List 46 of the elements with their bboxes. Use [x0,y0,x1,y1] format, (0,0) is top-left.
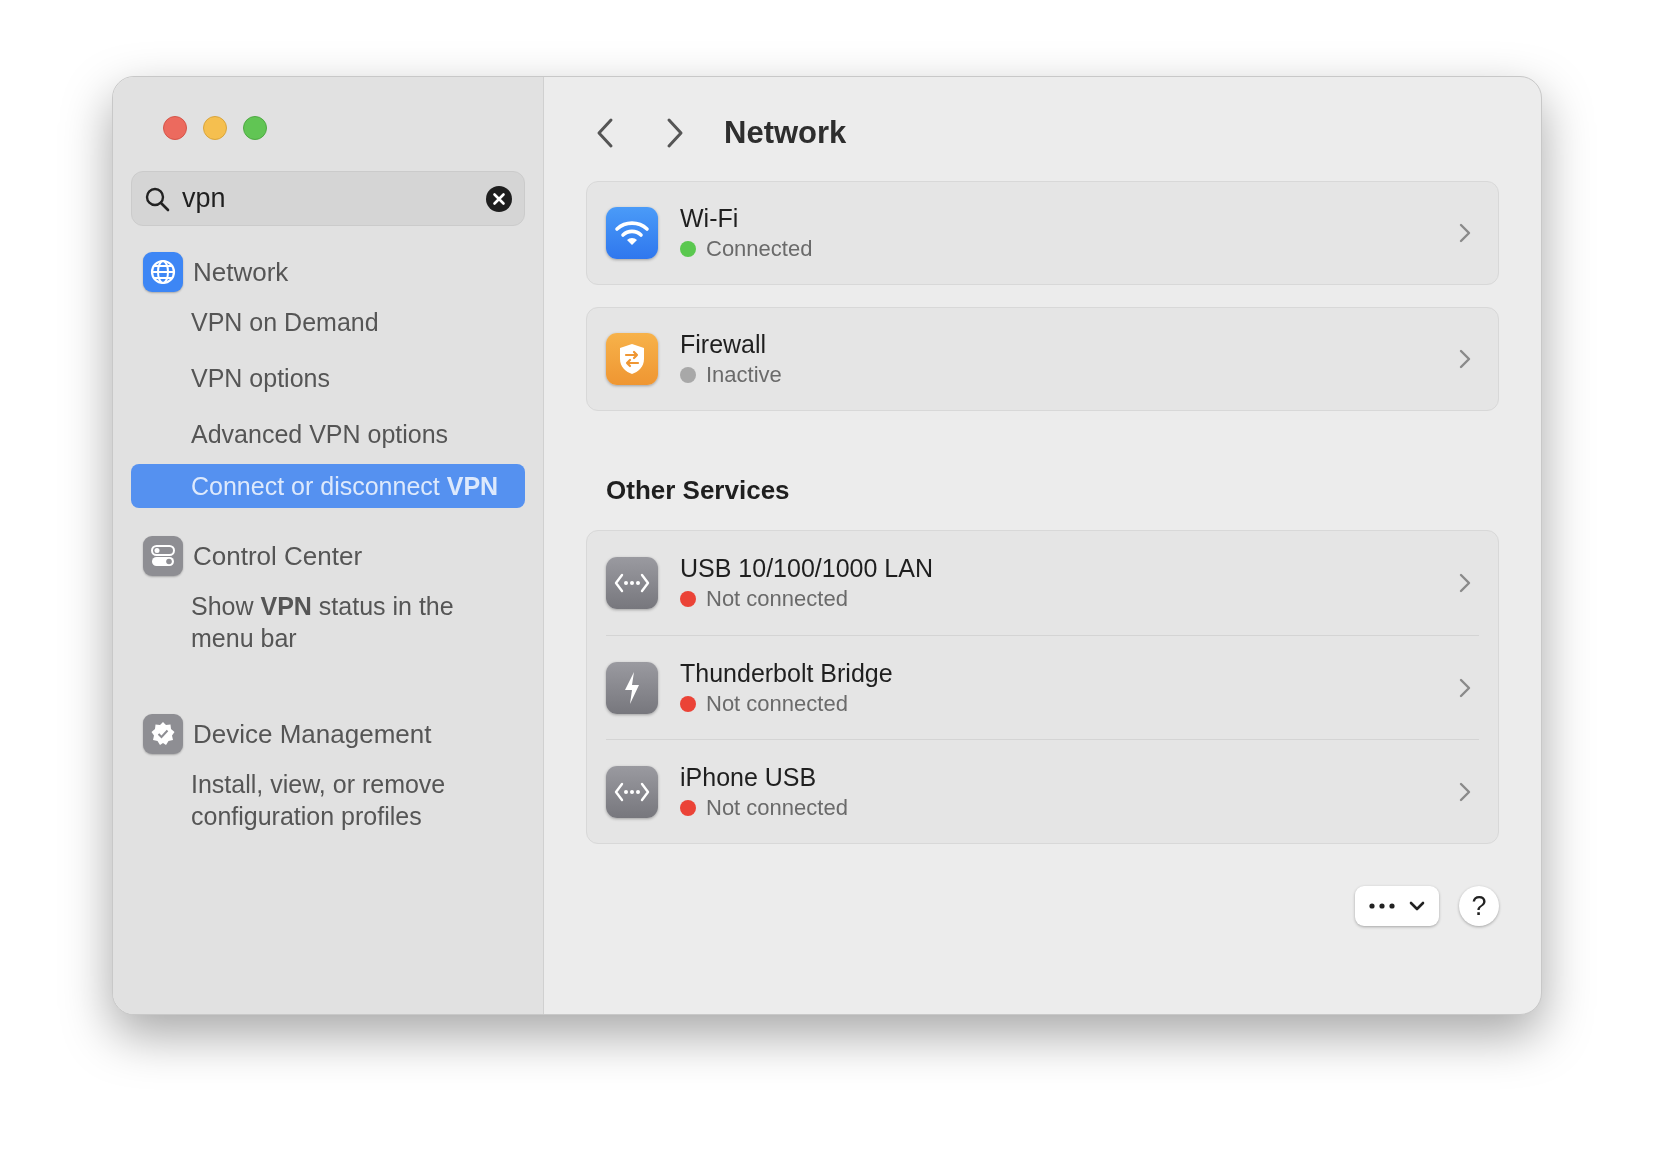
sidebar-item[interactable]: Network [193,252,289,292]
service-row[interactable]: iPhone USB Not connected [606,739,1479,843]
chevron-right-icon [1459,781,1471,802]
status-text: Connected [706,235,813,263]
search-result-item[interactable]: Install, view, or remove configuration profiles [131,768,525,832]
service-card[interactable]: Wi-Fi Connected [586,181,1499,285]
chevron-right-icon [1459,677,1471,698]
clear-icon[interactable] [486,185,512,212]
brackets-dots-icon [606,765,658,818]
chevron-down-icon [1409,901,1425,911]
service-name: Firewall [680,329,768,360]
chevron-right-icon [1459,349,1471,369]
service-row[interactable]: USB 10/100/1000 LAN Not connected [606,531,1479,635]
service-card[interactable]: Firewall Inactive [586,307,1499,411]
page-title: Network [724,113,847,152]
help-button[interactable]: ? [1459,886,1499,926]
brackets-dots-icon [606,557,658,609]
more-icon [1369,903,1395,909]
status-text: Not connected [706,793,848,822]
wifi-icon [606,207,658,259]
search-result-item[interactable]: VPN options [131,350,525,406]
chevron-right-icon [1459,573,1471,593]
toggles-icon [143,536,183,576]
shield-icon [606,333,658,385]
search-result-item[interactable]: Show VPN status in the menu bar [131,590,525,654]
status-text: Not connected [706,689,848,718]
sidebar-item[interactable]: Device Management [193,714,432,754]
service-name: Wi-Fi [680,203,740,234]
chevron-right-icon [1459,223,1471,243]
lightning-icon [606,661,658,714]
search-result-item[interactable]: Advanced VPN options [131,406,525,462]
search-result-item[interactable]: VPN on Demand [131,294,525,350]
more-menu-button[interactable] [1355,886,1439,926]
service-name: iPhone USB [680,761,818,793]
status-text: Inactive [706,361,782,389]
status-text: Not connected [706,585,848,613]
search-field[interactable]: vpn [131,171,525,226]
service-name: Thunderbolt Bridge [680,657,894,689]
close-button[interactable] [163,116,187,140]
badge-check-icon [143,714,183,754]
sidebar-item[interactable]: Control Center [193,536,363,576]
search-icon [144,185,170,212]
service-name: USB 10/100/1000 LAN [680,553,934,584]
service-row[interactable]: Thunderbolt Bridge Not connected [606,635,1479,739]
globe-icon [143,252,183,292]
section-heading: Other Services [606,474,791,507]
